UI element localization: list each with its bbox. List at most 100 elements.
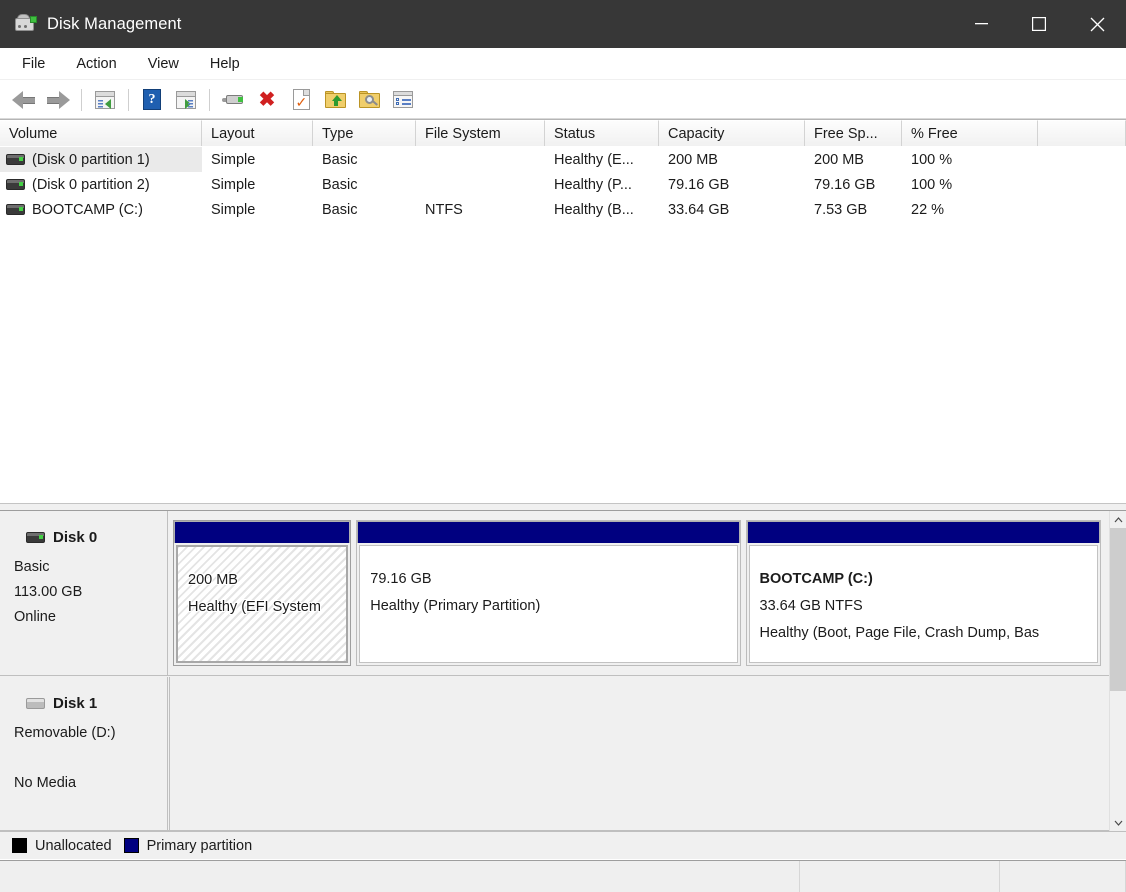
partition-size: 200 MB bbox=[188, 572, 238, 588]
cell-capacity: 200 MB bbox=[668, 151, 718, 168]
window-title: Disk Management bbox=[47, 14, 182, 33]
disk-info-panel[interactable]: Disk 1 Removable (D:) No Media bbox=[0, 677, 168, 830]
cell-volume: (Disk 0 partition 1) bbox=[0, 147, 202, 172]
rescan-disks-button[interactable] bbox=[218, 85, 248, 115]
pane-splitter[interactable] bbox=[0, 503, 1126, 511]
disk-info-panel[interactable]: Disk 0 Basic 113.00 GB Online bbox=[0, 511, 168, 675]
maximize-button[interactable] bbox=[1010, 0, 1068, 48]
table-row[interactable]: BOOTCAMP (C:) Simple Basic NTFS Healthy (B..… bbox=[0, 197, 1126, 222]
help-button[interactable]: ? bbox=[137, 85, 167, 115]
chevron-up-icon bbox=[1114, 516, 1123, 522]
disk-name: Disk 1 bbox=[53, 695, 98, 712]
partition-status: Healthy (Primary Partition) bbox=[370, 598, 541, 614]
menu-item-help[interactable]: Help bbox=[198, 52, 252, 76]
scrollbar-thumb[interactable] bbox=[1110, 528, 1126, 691]
console-tree-icon bbox=[95, 90, 115, 109]
window-controls bbox=[952, 0, 1126, 48]
menu-bar: File Action View Help bbox=[0, 48, 1126, 80]
cell-file-system bbox=[416, 172, 545, 197]
status-bar bbox=[0, 860, 1126, 892]
toolbar-separator bbox=[81, 88, 82, 111]
disk-name: Disk 0 bbox=[53, 529, 98, 546]
chevron-down-icon bbox=[1114, 820, 1123, 826]
volume-drive-icon bbox=[6, 179, 25, 190]
cell-type: Basic bbox=[322, 201, 358, 218]
partition-size: 33.64 GB NTFS bbox=[759, 598, 863, 614]
status-panel bbox=[0, 861, 800, 892]
scroll-down-button[interactable] bbox=[1110, 814, 1126, 831]
column-header-volume[interactable]: Volume bbox=[0, 120, 202, 146]
legend-label: Primary partition bbox=[146, 837, 253, 854]
cell-capacity: 79.16 GB bbox=[668, 176, 730, 193]
menu-item-action[interactable]: Action bbox=[64, 52, 128, 76]
close-button[interactable] bbox=[1068, 0, 1126, 48]
menu-item-file[interactable]: File bbox=[10, 52, 57, 76]
cell-status: Healthy (P... bbox=[554, 176, 632, 193]
legend-item: Primary partition bbox=[123, 837, 253, 854]
column-header-blank[interactable] bbox=[1038, 120, 1126, 146]
export-list-button[interactable] bbox=[320, 85, 350, 115]
close-icon bbox=[1090, 17, 1104, 31]
column-header-free-sp[interactable]: Free Sp... bbox=[805, 120, 902, 146]
table-row[interactable]: (Disk 0 partition 1) Simple Basic Healthy (… bbox=[0, 147, 1126, 172]
properties-button[interactable] bbox=[388, 85, 418, 115]
graphical-view-scrollbar[interactable] bbox=[1109, 511, 1126, 831]
cell-type: Basic bbox=[322, 176, 358, 193]
partition-capacity-bar bbox=[746, 521, 1101, 543]
column-header-status[interactable]: Status bbox=[545, 120, 659, 146]
cell-layout: Simple bbox=[211, 176, 256, 193]
forward-button[interactable] bbox=[43, 85, 73, 115]
column-header-type[interactable]: Type bbox=[313, 120, 416, 146]
disk-row: Disk 0 Basic 113.00 GB Online 200 MB Healthy … bbox=[0, 511, 1109, 676]
maximize-icon bbox=[1032, 17, 1046, 31]
partition-status: Healthy (EFI System bbox=[188, 599, 321, 615]
volume-label: (Disk 0 partition 1) bbox=[32, 151, 150, 168]
disk-meta: Removable (D:) No Media bbox=[14, 721, 167, 796]
cell-percent-free: 100 % bbox=[911, 176, 953, 193]
partition-block[interactable]: 200 MB Healthy (EFI System bbox=[173, 520, 352, 666]
partition-details: 200 MB Healthy (EFI System bbox=[176, 545, 349, 663]
disk-status: Online bbox=[14, 609, 56, 625]
minimize-icon bbox=[974, 23, 988, 25]
minimize-button[interactable] bbox=[952, 0, 1010, 48]
column-header-capacity[interactable]: Capacity bbox=[659, 120, 805, 146]
disk-status: No Media bbox=[14, 775, 77, 791]
disk-meta: Basic 113.00 GB Online bbox=[14, 555, 167, 630]
delete-volume-button[interactable]: ✖ bbox=[252, 85, 282, 115]
cell-layout: Simple bbox=[211, 201, 256, 218]
page-check-icon: ✓ bbox=[292, 89, 310, 110]
column-header-layout[interactable]: Layout bbox=[202, 120, 313, 146]
show-hide-console-tree-button[interactable] bbox=[90, 85, 120, 115]
cell-free-space: 7.53 GB bbox=[814, 201, 868, 218]
toolbar: ? ✖ ✓ bbox=[0, 81, 1126, 119]
volume-list-body: (Disk 0 partition 1) Simple Basic Healthy (… bbox=[0, 147, 1126, 222]
legend-swatch bbox=[123, 838, 139, 853]
disk-title: Disk 1 bbox=[14, 695, 167, 712]
cell-status: Healthy (B... bbox=[554, 201, 634, 218]
disk-row: Disk 1 Removable (D:) No Media bbox=[0, 677, 1109, 831]
title-bar: Disk Management bbox=[0, 0, 1126, 48]
volume-list-pane: Volume Layout Type File System Status Capacit… bbox=[0, 119, 1126, 503]
partition-block[interactable]: 79.16 GB Healthy (Primary Partition) bbox=[356, 520, 741, 666]
legend-label: Unallocated bbox=[35, 837, 112, 854]
disk-drive-icon bbox=[26, 532, 45, 543]
column-header-file-system[interactable]: File System bbox=[416, 120, 545, 146]
volume-drive-icon bbox=[6, 154, 25, 165]
back-button[interactable] bbox=[9, 85, 39, 115]
scroll-up-button[interactable] bbox=[1110, 511, 1126, 528]
volume-label: BOOTCAMP (C:) bbox=[32, 201, 143, 218]
check-disk-button[interactable]: ✓ bbox=[286, 85, 316, 115]
disk-size: 113.00 GB bbox=[14, 584, 83, 600]
partition-block[interactable]: BOOTCAMP (C:) 33.64 GB NTFS Healthy (Boot,… bbox=[745, 520, 1102, 666]
show-hide-action-pane-button[interactable] bbox=[171, 85, 201, 115]
cell-file-system bbox=[416, 147, 545, 172]
red-x-icon: ✖ bbox=[258, 88, 276, 111]
partition-label: BOOTCAMP (C:) bbox=[759, 571, 873, 587]
search-button[interactable] bbox=[354, 85, 384, 115]
table-row[interactable]: (Disk 0 partition 2) Simple Basic Healthy (… bbox=[0, 172, 1126, 197]
column-header--free[interactable]: % Free bbox=[902, 120, 1038, 146]
cell-type: Basic bbox=[322, 151, 358, 168]
toolbar-separator bbox=[128, 88, 129, 111]
menu-item-view[interactable]: View bbox=[136, 52, 191, 76]
graphical-view-pane: Disk 0 Basic 113.00 GB Online 200 MB Healthy … bbox=[0, 511, 1126, 831]
